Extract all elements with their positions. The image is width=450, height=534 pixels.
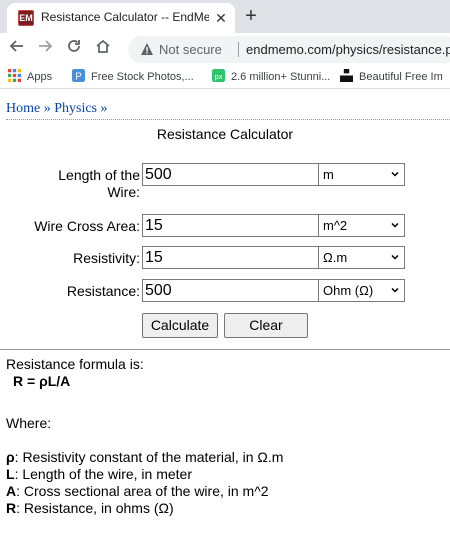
definition-item: R: Resistance, in ohms (Ω)	[6, 500, 174, 516]
endmemo-favicon-icon: EM	[18, 10, 34, 26]
forward-arrow-icon[interactable]	[34, 38, 56, 60]
resistance-label: Resistance:	[66, 283, 140, 299]
svg-text:px: px	[214, 72, 222, 81]
warning-icon	[141, 43, 153, 55]
breadcrumb-home-link[interactable]: Home	[6, 101, 40, 116]
breadcrumb-separator: »	[43, 101, 51, 116]
bookmark-apps[interactable]: Apps	[8, 69, 52, 85]
chevron-down-icon	[391, 222, 399, 228]
new-tab-button[interactable]: +	[240, 5, 262, 27]
resistivity-unit-value: Ω.m	[323, 250, 348, 265]
not-secure-label: Not secure	[159, 42, 222, 57]
back-arrow-icon[interactable]	[6, 38, 28, 60]
definition-symbol: L	[6, 466, 15, 482]
definition-text: : Resistivity constant of the material, …	[14, 449, 284, 465]
svg-text:P: P	[75, 71, 82, 82]
breadcrumb-divider	[6, 119, 450, 120]
length-label: Length of the Wire:	[58, 167, 140, 200]
address-bar[interactable]: Not secure endmemo.com/physics/resistanc…	[128, 36, 450, 63]
definition-symbol: R	[6, 500, 17, 516]
unsplash-icon	[340, 69, 353, 82]
definition-symbol: A	[6, 483, 17, 499]
tab-close-icon[interactable]: ✕	[212, 9, 230, 27]
browser-toolbar: Not secure endmemo.com/physics/resistanc…	[0, 33, 450, 65]
breadcrumb-physics-link[interactable]: Physics	[54, 101, 97, 116]
area-label: Wire Cross Area:	[34, 218, 140, 234]
home-icon[interactable]	[92, 38, 114, 60]
resistance-unit-value: Ohm (Ω)	[323, 283, 374, 298]
definition-text: : Resistance, in ohms (Ω)	[16, 500, 174, 516]
length-unit-value: m	[323, 167, 334, 182]
formula-intro: Resistance formula is:	[6, 356, 144, 372]
breadcrumb-separator: »	[100, 101, 108, 116]
reload-icon[interactable]	[63, 38, 85, 60]
omnibox-divider	[238, 42, 239, 57]
page-title: Resistance Calculator	[156, 126, 294, 142]
tab-title: Resistance Calculator -- EndMem	[41, 10, 209, 24]
area-input[interactable]	[142, 214, 320, 237]
url-text[interactable]: endmemo.com/physics/resistance.ph	[246, 42, 450, 57]
section-divider	[0, 349, 450, 350]
bookmark-free-stock-photos[interactable]: P Free Stock Photos,...	[72, 69, 194, 85]
length-unit-select[interactable]: m	[318, 163, 405, 186]
length-input[interactable]	[142, 163, 320, 186]
chevron-down-icon	[391, 287, 399, 293]
where-label: Where:	[6, 415, 52, 431]
definition-symbol: ρ	[6, 449, 15, 465]
apps-grid-icon	[8, 69, 21, 82]
bookmark-label: Free Stock Photos,...	[91, 71, 194, 83]
bookmark-label: Apps	[27, 71, 53, 83]
bookmark-beautiful-free-images[interactable]: Beautiful Free Im	[340, 69, 443, 85]
definition-item: A: Cross sectional area of the wire, in …	[6, 483, 269, 499]
pixabay-icon: px	[212, 69, 225, 82]
calculate-button[interactable]: Calculate	[142, 313, 218, 338]
resistivity-input[interactable]	[142, 246, 320, 269]
definition-text: : Length of the wire, in meter	[14, 466, 192, 482]
breadcrumb: Home » Physics »	[6, 101, 108, 117]
definition-item: L: Length of the wire, in meter	[6, 466, 192, 482]
resistivity-unit-select[interactable]: Ω.m	[318, 246, 405, 269]
tab-strip: EM Resistance Calculator -- EndMem ✕ +	[0, 0, 450, 33]
resistivity-label: Resistivity:	[73, 250, 140, 266]
bookmark-stunning-images[interactable]: px 2.6 million+ Stunni...	[212, 69, 330, 85]
area-unit-value: m^2	[323, 218, 348, 233]
resistance-input[interactable]	[142, 279, 320, 302]
chevron-down-icon	[391, 171, 399, 177]
formula: R = ρL/A	[13, 373, 70, 389]
browser-tab[interactable]: EM Resistance Calculator -- EndMem ✕	[7, 3, 235, 33]
area-unit-select[interactable]: m^2	[318, 214, 405, 237]
bookmark-label: Beautiful Free Im	[359, 71, 443, 83]
definition-item: ρ: Resistivity constant of the material,…	[6, 449, 283, 465]
bookmarks-bar: Apps P Free Stock Photos,... px 2.6 mill…	[0, 65, 450, 89]
pexels-icon: P	[72, 69, 85, 82]
formula-text: R = ρL/A	[13, 373, 71, 389]
chevron-down-icon	[391, 254, 399, 260]
definition-text: : Cross sectional area of the wire, in m…	[16, 483, 269, 499]
resistance-unit-select[interactable]: Ohm (Ω)	[318, 279, 405, 302]
clear-button[interactable]: Clear	[224, 313, 308, 338]
bookmark-label: 2.6 million+ Stunni...	[231, 71, 331, 83]
